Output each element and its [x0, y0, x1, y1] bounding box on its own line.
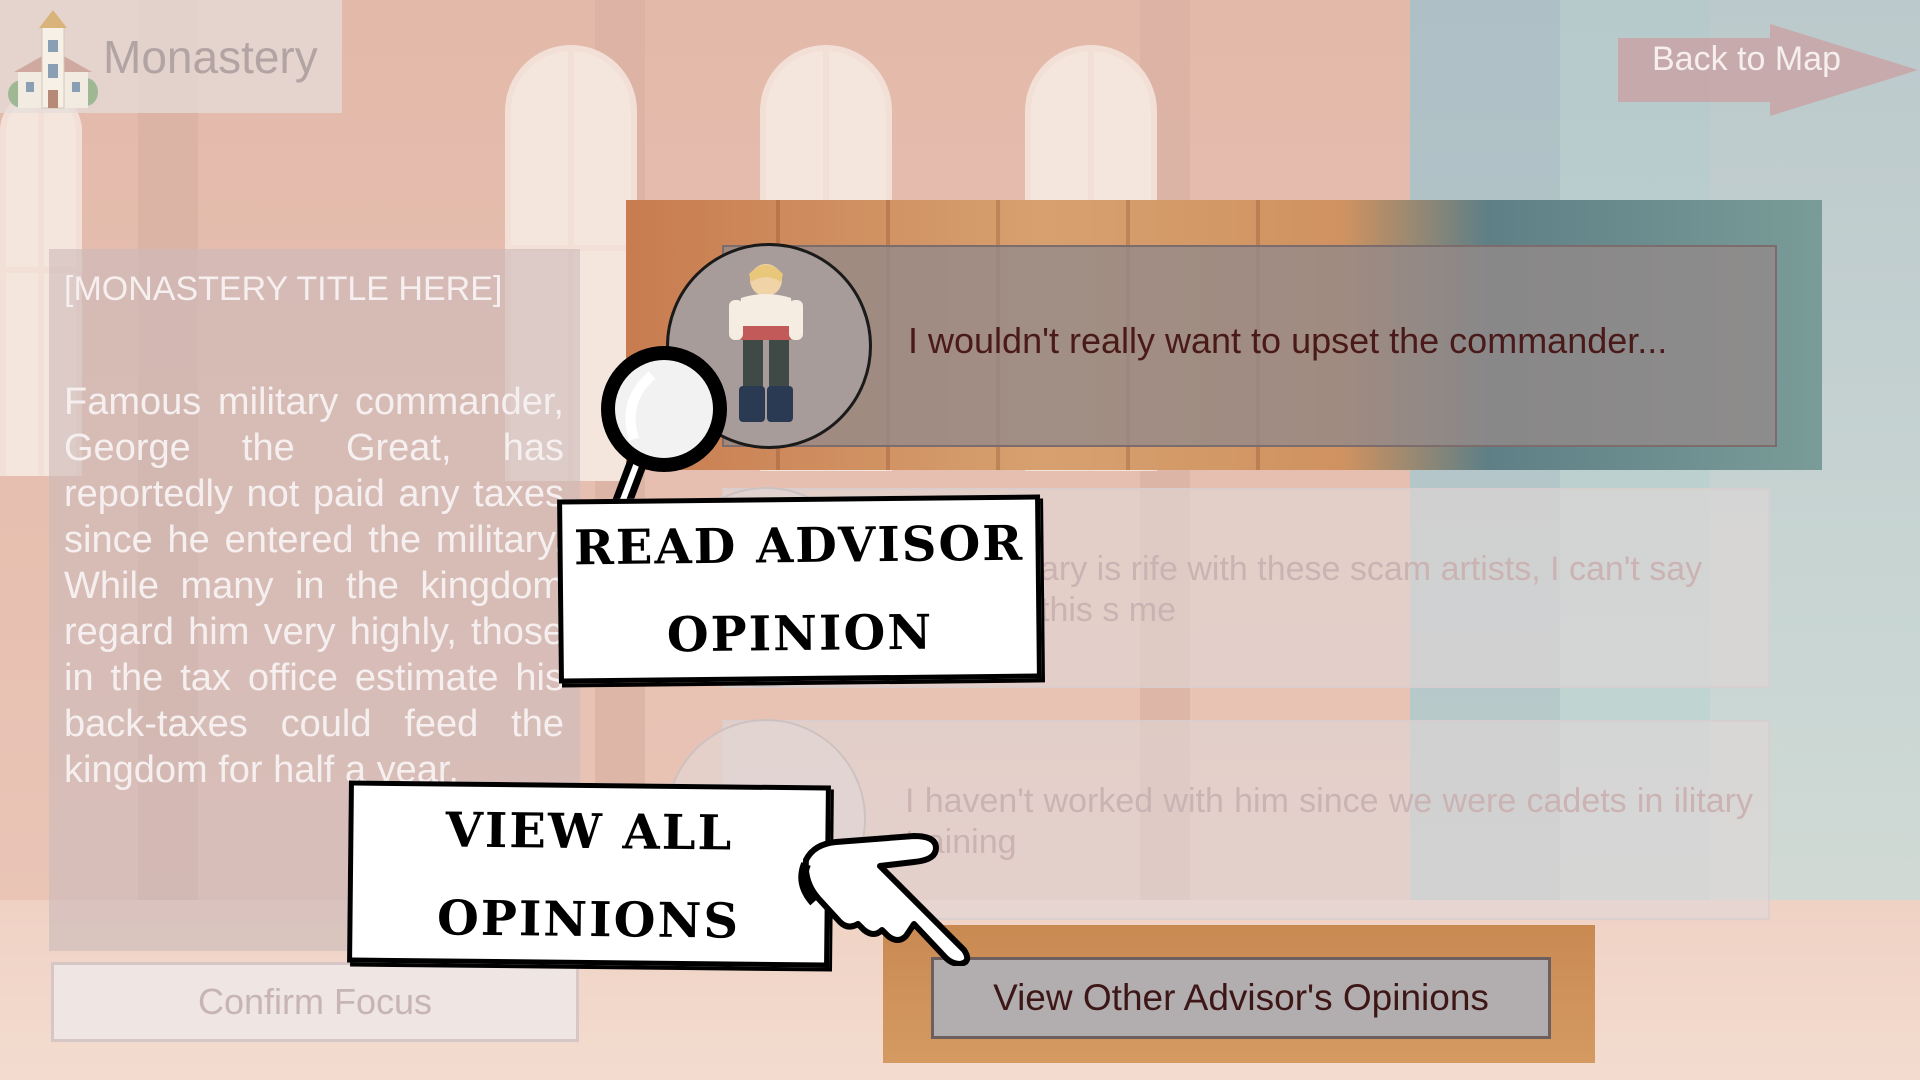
monastery-icon: [8, 10, 98, 109]
description-title: [MONASTERY TITLE HERE]: [64, 270, 503, 308]
advisor-opinion-text: I wouldn't really want to upset the comm…: [908, 320, 1668, 361]
callout-line: OPINION: [666, 604, 934, 664]
description-body: Famous military commander, George the Gr…: [64, 381, 564, 791]
confirm-focus-button[interactable]: Confirm Focus: [51, 962, 579, 1042]
advisor-opinion-text: I haven't worked with him since we were …: [905, 782, 1753, 861]
location-title: Monastery: [103, 31, 318, 83]
back-to-map-button[interactable]: Back to Map: [1618, 24, 1918, 116]
callout-line: OPINIONS: [436, 890, 741, 950]
callout-line: READ ADVISOR: [573, 515, 1025, 577]
tutorial-callout-view-all: VIEW ALL OPINIONS: [347, 780, 831, 968]
back-to-map-label: Back to Map: [1652, 40, 1841, 78]
pointing-hand-icon: [798, 833, 971, 966]
advisor-opinion-text: ary is rife with these scam artists, I c…: [1040, 550, 1703, 629]
callout-line: VIEW ALL: [445, 802, 734, 862]
tutorial-callout-read-opinion: READ ADVISOR OPINION: [557, 494, 1042, 684]
location-header: Monastery: [0, 0, 342, 113]
view-other-opinions-button[interactable]: View Other Advisor's Opinions: [931, 957, 1551, 1039]
